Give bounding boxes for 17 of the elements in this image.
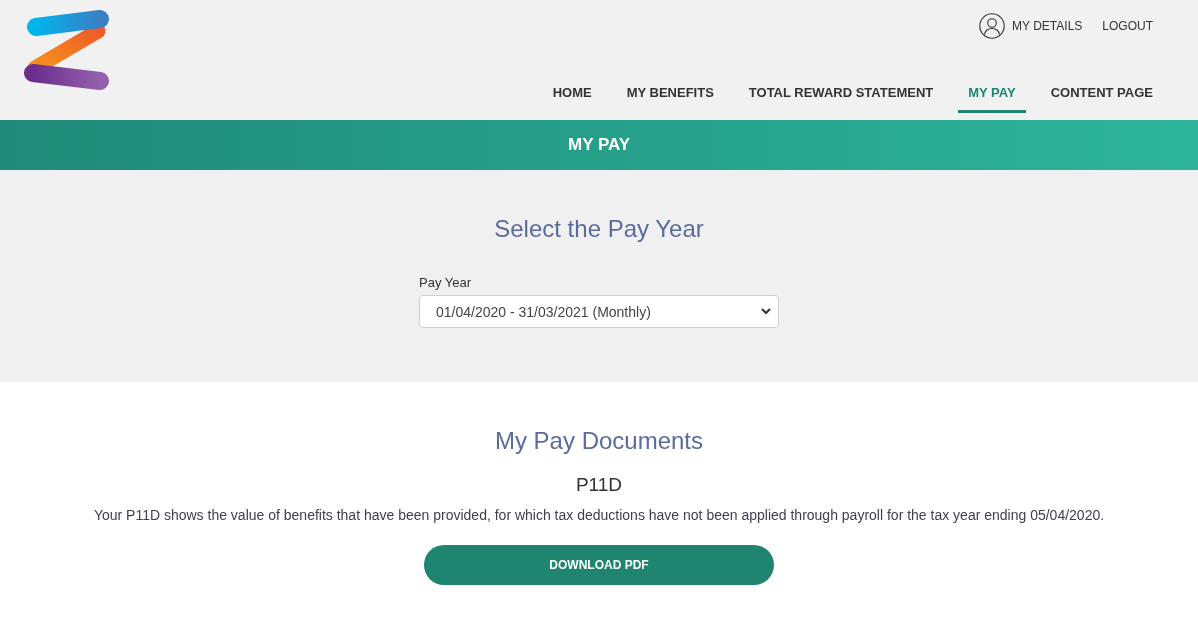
- nav-tab[interactable]: MY BENEFITS: [616, 85, 724, 113]
- nav-tab[interactable]: CONTENT PAGE: [1040, 85, 1163, 113]
- nav-tab[interactable]: MY PAY: [958, 85, 1026, 113]
- download-pdf-button[interactable]: DOWNLOAD PDF: [424, 545, 774, 585]
- top-link[interactable]: MY DETAILS: [1012, 19, 1083, 33]
- field-label: Pay Year: [419, 275, 473, 290]
- section-heading: Select the Pay Year: [494, 214, 704, 244]
- document-title: P11D: [575, 473, 623, 497]
- pay-year-select[interactable]: 01/04/2020 - 31/03/2021 (Monthly): [419, 295, 779, 328]
- chevron-down-icon: [761, 308, 771, 315]
- nav-tab[interactable]: TOTAL REWARD STATEMENT: [738, 85, 944, 113]
- section-heading: My Pay Documents: [494, 426, 704, 456]
- banner-title: MY PAY: [567, 135, 631, 155]
- nav-tab[interactable]: HOME: [542, 85, 602, 113]
- document-description: Your P11D shows the value of benefits that have been provided, for which tax deductions have not been applied through payroll for the tax year ending 05/04/2020.: [93, 506, 1105, 525]
- user-profile-icon[interactable]: [979, 13, 1006, 39]
- top-link[interactable]: LOGOUT: [1102, 19, 1153, 33]
